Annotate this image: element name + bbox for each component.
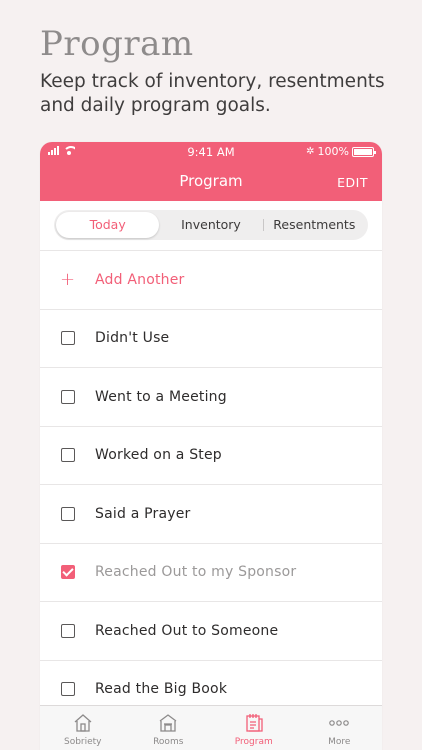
list-item-label: Worked on a Step [95,447,222,464]
list-item[interactable]: Reached Out to Someone [40,602,382,661]
checkbox[interactable] [60,331,75,346]
tab-label: Program [234,737,273,747]
checkbox[interactable] [60,682,75,697]
add-another-label: Add Another [95,271,185,288]
checkbox-checked[interactable] [60,565,75,580]
tab-sobriety[interactable]: Sobriety [40,706,126,750]
plus-icon: + [59,269,76,291]
notebook-icon [244,712,264,734]
list-item[interactable]: Worked on a Step [40,427,382,485]
list-item[interactable]: Said a Prayer [40,485,382,544]
list-item-label: Didn't Use [95,330,170,347]
status-bar: 9:41 AM ✲ 100% [40,142,382,162]
tab-program[interactable]: Program [211,706,297,750]
battery-percent: 100% [317,145,349,158]
goal-list: + Add Another Didn't Use Went to a Meeti… [40,251,382,719]
add-another-button[interactable]: + Add Another [40,251,382,310]
list-item[interactable]: Didn't Use [40,310,382,368]
edit-button[interactable]: EDIT [337,175,368,190]
list-item-label: Read the Big Book [95,681,228,698]
promo-title: Program [40,24,194,64]
list-item[interactable]: Reached Out to my Sponsor [40,544,382,602]
phone-screen: 9:41 AM ✲ 100% Program EDIT Today Invent… [40,142,382,750]
segment-bar: Today Inventory Resentments [40,201,382,251]
battery-icon [352,146,376,157]
checkbox[interactable] [60,506,75,521]
more-icon [328,712,350,734]
tab-label: Sobriety [63,737,102,747]
tab-more[interactable]: More [297,706,383,750]
tab-label: Rooms [153,737,184,747]
segment-today[interactable]: Today [56,212,160,238]
tab-rooms[interactable]: Rooms [126,706,212,750]
list-item-label: Reached Out to my Sponsor [95,564,297,581]
navigation-header: 9:41 AM ✲ 100% Program EDIT [40,142,382,201]
checkbox[interactable] [60,623,75,638]
segment-inventory[interactable]: Inventory [159,212,262,238]
checkbox[interactable] [60,389,75,404]
page-title: Program [179,172,243,190]
promo-subtitle: Keep track of inventory, resentments and… [40,71,385,116]
list-item-label: Said a Prayer [95,505,191,522]
segmented-control: Today Inventory Resentments [54,210,368,240]
list-item-label: Went to a Meeting [95,388,227,405]
list-item[interactable]: Went to a Meeting [40,368,382,427]
bluetooth-icon: ✲ [306,146,315,157]
checkbox[interactable] [60,448,75,463]
building-icon [158,712,178,734]
tab-label: More [328,737,351,747]
house-icon [73,712,93,734]
list-item-label: Reached Out to Someone [95,622,279,639]
tab-bar: Sobriety Rooms Program More [40,705,382,750]
segment-resentments[interactable]: Resentments [262,212,366,238]
